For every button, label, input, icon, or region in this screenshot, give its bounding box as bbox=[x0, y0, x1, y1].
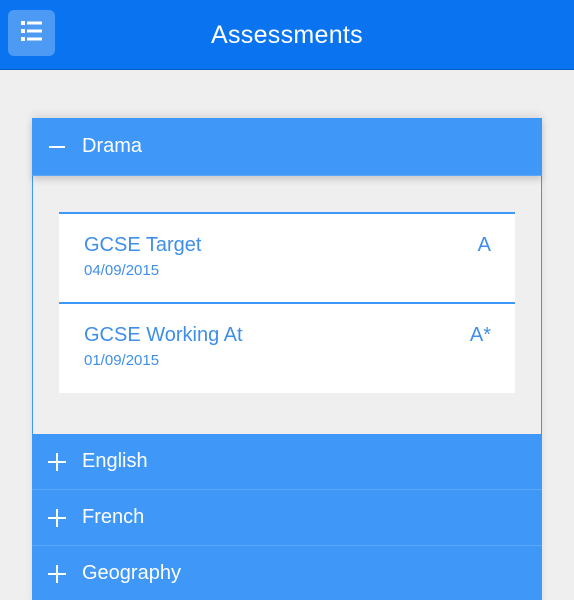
accordion-header-geography[interactable]: Geography bbox=[32, 546, 542, 600]
accordion-header-english[interactable]: English bbox=[32, 434, 542, 490]
assessment-name: GCSE Working At bbox=[84, 324, 243, 346]
expand-icon bbox=[46, 508, 68, 527]
accordion-header-label: Geography bbox=[82, 562, 181, 584]
accordion-header-label: English bbox=[82, 450, 148, 472]
assessment-date: 04/09/2015 bbox=[84, 262, 160, 279]
accordion-header-label: French bbox=[82, 506, 145, 528]
expand-icon bbox=[46, 564, 68, 583]
accordion-header-label: Drama bbox=[82, 135, 143, 157]
accordion-header-french[interactable]: French bbox=[32, 490, 542, 546]
accordion-body-drama: GCSE Target 04/09/2015 A GCSE Working At… bbox=[32, 176, 542, 434]
assessment-item[interactable]: GCSE Target 04/09/2015 A bbox=[59, 212, 515, 302]
accordion-header-drama[interactable]: Drama bbox=[32, 118, 542, 176]
assessment-grade: A* bbox=[469, 324, 491, 346]
assessment-item[interactable]: GCSE Working At 01/09/2015 A* bbox=[59, 302, 515, 393]
expand-icon bbox=[46, 452, 68, 471]
assessment-date: 01/09/2015 bbox=[84, 352, 160, 369]
page-title: Assessments bbox=[211, 21, 363, 49]
collapse-icon bbox=[46, 139, 68, 155]
subjects-accordion: Drama GCSE Target 04/09/2015 A GCSE Work… bbox=[32, 118, 542, 600]
assessment-grade: A bbox=[477, 234, 491, 256]
app-bar: Assessments bbox=[0, 0, 574, 70]
assessment-name: GCSE Target bbox=[84, 234, 202, 256]
